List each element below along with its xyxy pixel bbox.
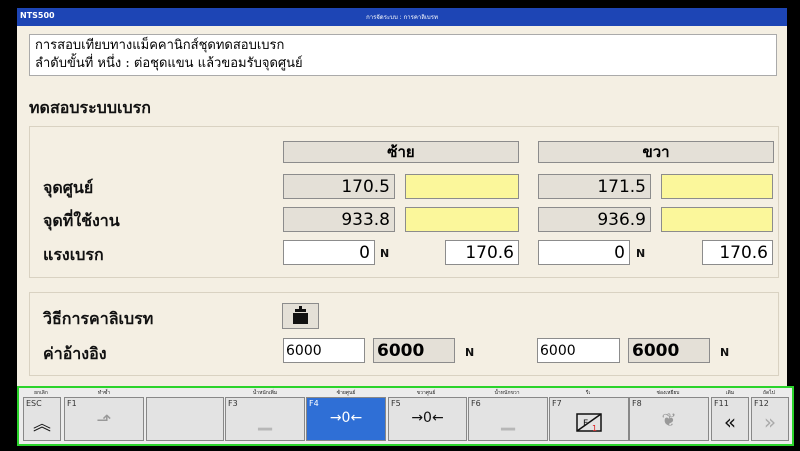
- working-point-left-indicator: [405, 207, 519, 232]
- double-chevron-up-icon: ︽: [33, 414, 51, 435]
- caption-f6: น้ำหนักขวา: [494, 390, 520, 396]
- instructions-box: การสอบเทียบทางแม็คคานิกส์ชุดทดสอบเบรก ลำ…: [29, 34, 777, 76]
- section-title: ทดสอบระบบเบรก: [29, 98, 151, 117]
- weight-icon: ▁: [501, 410, 515, 431]
- column-header-right: ขวา: [538, 141, 774, 163]
- f4-key-label: F4: [309, 399, 319, 408]
- zero-point-right-value: 171.5: [538, 174, 651, 199]
- f12-key-label: F12: [754, 399, 769, 408]
- f8-key[interactable]: F8 ❦: [629, 397, 709, 441]
- double-chevron-right-icon: »: [763, 410, 777, 434]
- working-point-left-value: 933.8: [283, 207, 395, 232]
- esc-key[interactable]: ESC ︽: [23, 397, 61, 441]
- left-reference-value: 6000: [373, 338, 455, 363]
- column-header-left: ซ้าย: [283, 141, 519, 163]
- zero-arrows-icon: →0←: [329, 410, 363, 426]
- f7-key[interactable]: F7 F 1: [549, 397, 629, 441]
- f3-key[interactable]: F3 ▁: [225, 397, 305, 441]
- breadcrumb: การจัดระบบ : การคาลิเบรท: [366, 14, 438, 21]
- right-reference-unit: N: [720, 346, 730, 359]
- f6-key-label: F6: [471, 399, 481, 408]
- caption-f1: ทำซ้ำ: [97, 390, 111, 396]
- f7-key-label: F7: [552, 399, 562, 408]
- function-captions: ยกเลิก ทำซ้ำ น้ำหนักเพิ่ม ซ้ายศูนย์ ขวาศ…: [19, 388, 792, 397]
- f2-key[interactable]: [146, 397, 224, 441]
- instruction-line-2: ลำดับขั้นที่ หนึ่ง : ต่อชุดแขน แล้วขอมรั…: [35, 56, 303, 71]
- left-reference-input[interactable]: [283, 338, 365, 363]
- function-key-bar: ยกเลิก ทำซ้ำ น้ำหนักเพิ่ม ซ้ายศูนย์ ขวาศ…: [17, 386, 794, 446]
- f5-key-label: F5: [391, 399, 401, 408]
- zero-point-left-indicator: [405, 174, 519, 199]
- right-reference-value: 6000: [628, 338, 710, 363]
- f6-key[interactable]: F6 ▁: [468, 397, 548, 441]
- brake-force-right-unit: N: [636, 247, 646, 260]
- weight-icon: ▁: [258, 410, 272, 431]
- brake-force-left-value: 0: [283, 240, 375, 265]
- zero-arrows-icon: →0←: [411, 410, 444, 426]
- f12-key[interactable]: F12 »: [751, 397, 789, 441]
- function-icon: F 1: [576, 413, 602, 433]
- f3-key-label: F3: [228, 399, 238, 408]
- brake-force-right-value: 0: [538, 240, 630, 265]
- f1-key-label: F1: [67, 399, 77, 408]
- right-reference-input[interactable]: [537, 338, 620, 363]
- brake-force-right-ref: 170.6: [702, 240, 773, 265]
- double-chevron-left-icon: «: [723, 410, 737, 434]
- working-point-right-value: 936.9: [538, 207, 651, 232]
- main-panel: การสอบเทียบทางแม็คคานิกส์ชุดทดสอบเบรก ลำ…: [17, 26, 787, 386]
- calibration-method-label: วิธีการคาลิเบรท: [43, 309, 154, 328]
- title-bar: NTS500 การจัดระบบ : การคาลิเบรท: [17, 8, 787, 26]
- f1-key[interactable]: F1 ⬏: [64, 397, 144, 441]
- caption-f5: ขวาศูนย์: [416, 390, 436, 396]
- zero-point-left-value: 170.5: [283, 174, 395, 199]
- reference-label: ค่าอ้างอิง: [43, 344, 107, 363]
- esc-key-label: ESC: [26, 399, 42, 408]
- calibration-method-button[interactable]: [282, 303, 319, 329]
- calibration-panel: [29, 292, 779, 376]
- caption-f7: รีเ: [585, 390, 591, 396]
- svg-text:1: 1: [592, 424, 597, 433]
- brake-force-left-ref: 170.6: [445, 240, 519, 265]
- caption-f12: ถัดไป: [763, 390, 775, 396]
- zero-point-right-indicator: [661, 174, 773, 199]
- brake-force-left-unit: N: [380, 247, 390, 260]
- caption-f4: ซ้ายศูนย์: [336, 390, 356, 396]
- pedal-icon: ❦: [661, 410, 677, 431]
- zero-point-label: จุดศูนย์: [43, 178, 94, 197]
- f11-key-label: F11: [714, 399, 729, 408]
- f5-key[interactable]: F5 →0←: [388, 397, 467, 441]
- f8-key-label: F8: [632, 399, 642, 408]
- working-point-label: จุดที่ใช้งาน: [43, 211, 120, 230]
- svg-text:F: F: [583, 419, 588, 429]
- brake-force-label: แรงเบรก: [43, 245, 104, 264]
- f11-key[interactable]: F11 «: [711, 397, 749, 441]
- weight-icon: [293, 306, 308, 324]
- caption-f3: น้ำหนักเพิ่ม: [252, 390, 278, 396]
- working-point-right-indicator: [661, 207, 773, 232]
- f4-key[interactable]: F4 →0←: [306, 397, 386, 441]
- instruction-line-1: การสอบเทียบทางแม็คคานิกส์ชุดทดสอบเบรก: [35, 38, 285, 53]
- repeat-icon: ⬏: [96, 410, 112, 431]
- left-reference-unit: N: [465, 346, 475, 359]
